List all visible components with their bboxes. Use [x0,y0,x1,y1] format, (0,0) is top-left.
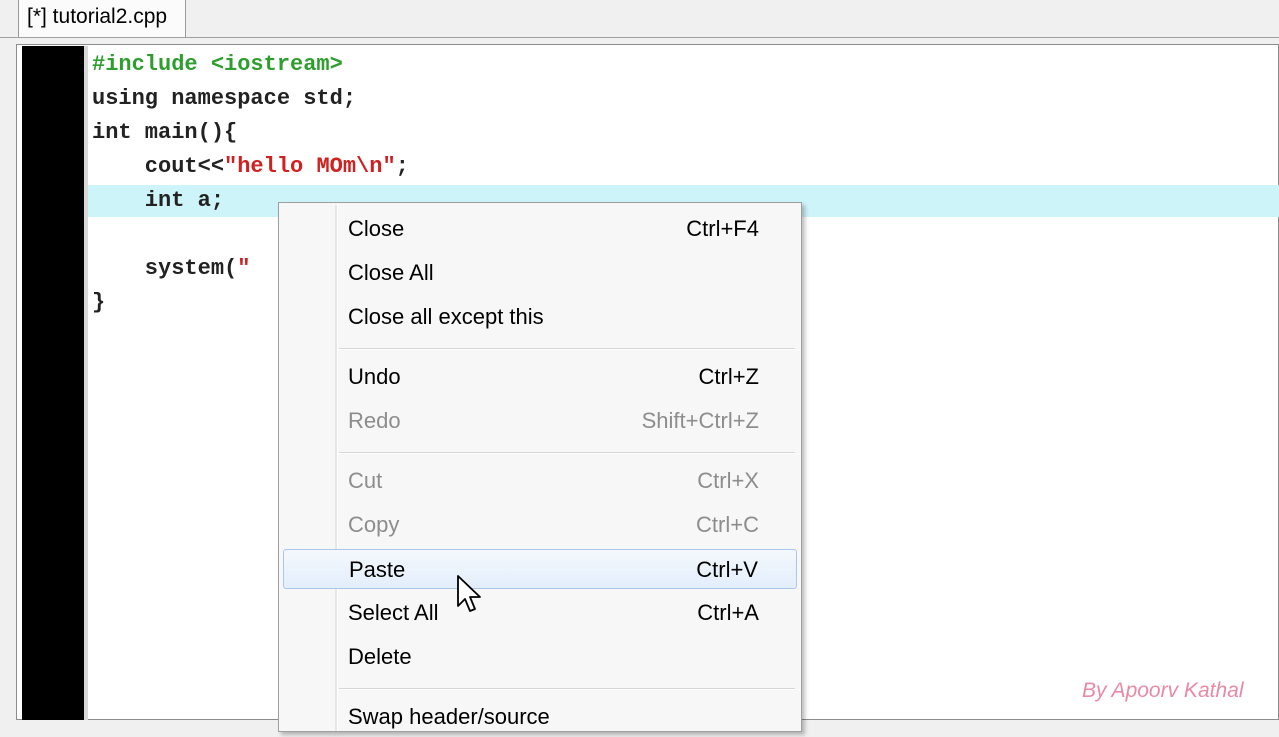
code-line-7: system(" [92,256,251,281]
tab-strip: [*] tutorial2.cpp [0,0,1279,38]
menu-separator [339,688,795,690]
line-number-gutter [22,46,84,720]
watermark: By Apoorv Kathal [1082,679,1244,702]
code-line-4-prefix: cout<< [92,154,225,179]
code-line-2: using namespace std; [92,86,357,111]
menu-item-shortcut: Ctrl+C [696,512,759,537]
code-line-1: #include <iostream> [92,52,343,77]
menu-item-undo[interactable]: Undo Ctrl+Z [283,357,797,397]
menu-item-close-all[interactable]: Close All [283,253,797,293]
gutter-separator [84,46,88,720]
code-line-7-string: " [237,256,251,281]
menu-item-label: Close [348,216,405,241]
menu-separator [339,348,795,350]
menu-item-shortcut: Ctrl+X [697,468,759,493]
menu-item-label: Close all except this [348,304,544,329]
menu-item-label: Close All [348,260,434,285]
menu-item-shortcut: Ctrl+V [696,557,758,582]
menu-item-label: Cut [348,468,383,493]
context-menu: Close Ctrl+F4 Close All Close all except… [278,202,802,732]
menu-item-label: Delete [348,644,412,669]
menu-item-copy[interactable]: Copy Ctrl+C [283,505,797,545]
tab-divider [0,37,1279,38]
code-line-8: } [92,290,106,315]
menu-item-swap-header-source[interactable]: Swap header/source [283,697,797,737]
menu-item-label: Swap header/source [348,704,550,729]
code-line-7-prefix: system( [92,256,238,281]
code-line-5: int a; [92,188,225,213]
menu-item-close[interactable]: Close Ctrl+F4 [283,209,797,249]
tab-tutorial2-cpp[interactable]: [*] tutorial2.cpp [18,0,186,38]
menu-item-cut[interactable]: Cut Ctrl+X [283,461,797,501]
menu-item-paste[interactable]: Paste Ctrl+V [283,549,797,589]
tab-label: [*] tutorial2.cpp [27,5,168,28]
code-line-4-suffix: ; [395,154,409,179]
menu-item-label: Redo [348,408,401,433]
menu-item-delete[interactable]: Delete [283,637,797,677]
menu-item-shortcut: Shift+Ctrl+Z [641,408,759,433]
menu-item-label: Select All [348,600,439,625]
code-line-4: cout<<"hello MOm\n"; [92,154,409,179]
menu-separator [339,452,795,454]
code-line-3: int main(){ [92,120,238,145]
menu-item-label: Undo [348,364,401,389]
code-line-4-string: "hello MOm\n" [224,154,396,179]
menu-item-redo[interactable]: Redo Shift+Ctrl+Z [283,401,797,441]
menu-item-label: Copy [348,512,400,537]
menu-item-close-all-except-this[interactable]: Close all except this [283,297,797,337]
menu-item-shortcut: Ctrl+Z [698,364,760,389]
mouse-pointer-icon [457,575,481,612]
menu-item-shortcut: Ctrl+A [697,600,759,625]
menu-item-shortcut: Ctrl+F4 [686,216,759,241]
menu-item-select-all[interactable]: Select All Ctrl+A [283,593,797,633]
menu-item-label: Paste [349,557,406,582]
